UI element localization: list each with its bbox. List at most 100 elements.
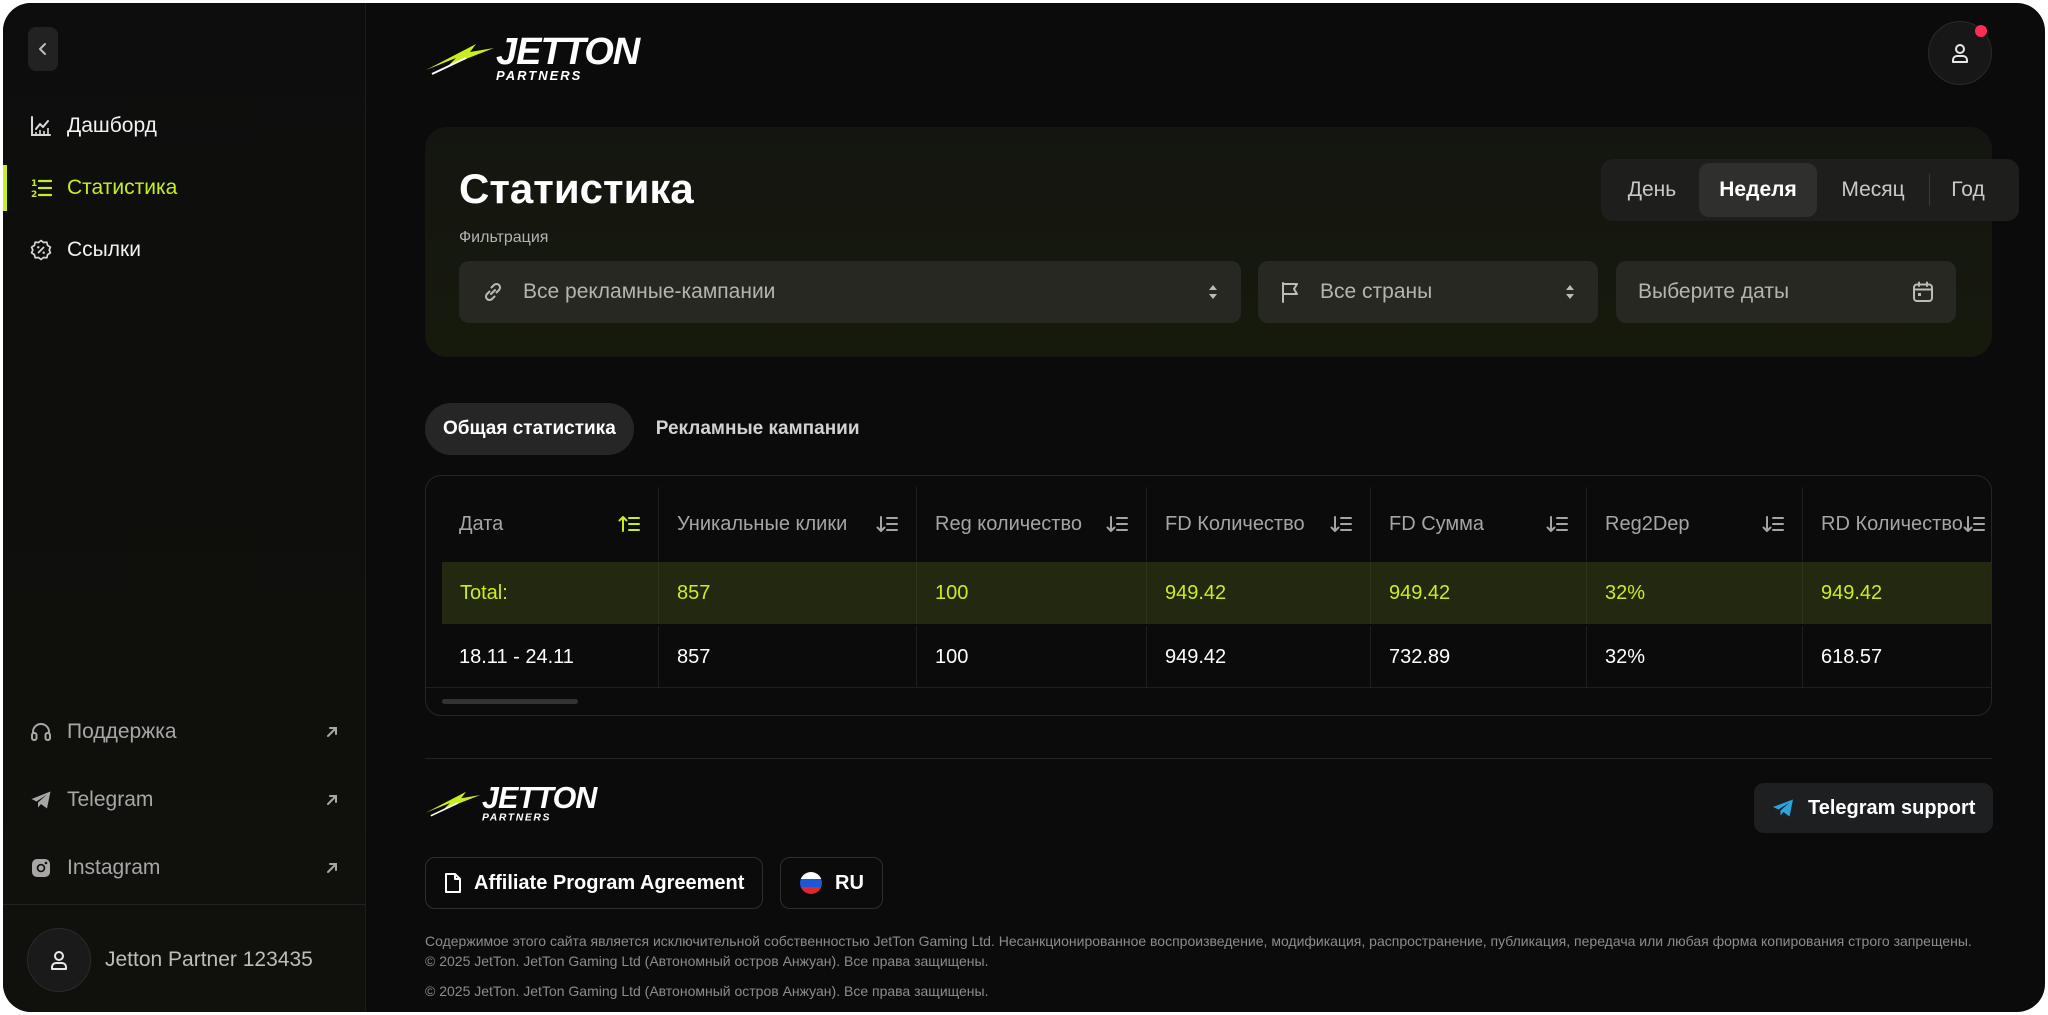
arrow-up-right-icon xyxy=(327,795,337,805)
country-select-value: Все страны xyxy=(1320,280,1433,303)
affiliate-agreement-button[interactable]: Affiliate Program Agreement xyxy=(425,857,764,909)
date-picker[interactable]: Выберите даты xyxy=(1616,261,1956,323)
table-cell: 32% xyxy=(1587,626,1803,688)
table-total-row: Total: 857 100 949.42 949.42 32% 949.42 xyxy=(442,562,1991,624)
column-label: Уникальные клики xyxy=(677,512,848,535)
arrow-up-right-icon xyxy=(327,863,337,873)
sort-updown-icon xyxy=(1209,285,1217,299)
column-header-reg2dep[interactable]: Reg2Dep xyxy=(1587,487,1803,561)
sidebar-link-label: Instagram xyxy=(67,856,161,879)
sidebar: Дашборд 12 Статистика Ссылки Поддержка T… xyxy=(3,3,366,1012)
campaign-select-value: Все рекламные-кампании xyxy=(523,280,776,303)
link-icon xyxy=(484,282,502,302)
campaign-select[interactable]: Все рекламные-кампании xyxy=(459,261,1241,323)
table-cell: 949.42 xyxy=(1147,562,1371,624)
column-label: RD Количество xyxy=(1821,512,1963,535)
footer-logo[interactable]: JETTON PARTNERS xyxy=(426,783,597,822)
instagram-icon xyxy=(29,856,53,880)
app-window: Дашборд 12 Статистика Ссылки Поддержка T… xyxy=(3,3,2045,1012)
telegram-support-button[interactable]: Telegram support xyxy=(1754,783,1994,833)
column-header-fd-sum[interactable]: FD Сумма xyxy=(1371,487,1587,561)
sidebar-divider xyxy=(3,904,365,905)
sort-descending-icon[interactable] xyxy=(1106,514,1128,534)
table-cell: 857 xyxy=(659,562,917,624)
table-cell: 949.42 xyxy=(1371,562,1587,624)
telegram-support-label: Telegram support xyxy=(1808,796,1976,819)
table-cell: 949.42 xyxy=(1821,581,1883,604)
russia-flag-icon xyxy=(800,872,822,894)
column-header-date[interactable]: Дата xyxy=(426,487,659,561)
sidebar-item-label: Ссылки xyxy=(67,238,141,261)
arrow-up-right-icon xyxy=(327,727,337,737)
badge-percent-icon xyxy=(29,238,53,262)
period-week-button[interactable]: Неделя xyxy=(1699,163,1817,217)
chevron-left-icon xyxy=(39,43,46,55)
chart-line-icon xyxy=(29,114,53,138)
sidebar-link-instagram[interactable]: Instagram xyxy=(3,834,365,902)
table-cell: 32% xyxy=(1587,562,1803,624)
sidebar-external-links: Поддержка Telegram Instagram xyxy=(3,698,365,902)
sort-updown-icon xyxy=(1566,285,1574,299)
header-profile-button[interactable] xyxy=(1928,21,1992,85)
language-label: RU xyxy=(835,871,864,894)
sidebar-link-telegram[interactable]: Telegram xyxy=(3,766,365,834)
svg-text:2: 2 xyxy=(31,190,37,199)
period-day-button[interactable]: День xyxy=(1605,163,1699,217)
table-cell: 618.57 xyxy=(1821,645,1883,668)
jetton-bolt-icon xyxy=(426,43,494,75)
legal-notice: Содержимое этого сайта является исключит… xyxy=(425,933,1972,969)
document-icon xyxy=(445,873,461,893)
sort-ascending-icon[interactable] xyxy=(618,514,640,534)
sidebar-nav: Дашборд 12 Статистика Ссылки xyxy=(3,95,365,281)
period-switcher: День Неделя Месяц Год xyxy=(1601,159,2019,221)
country-select[interactable]: Все страны xyxy=(1258,261,1598,323)
header-logo[interactable]: JETTON PARTNERS xyxy=(426,33,640,83)
filter-label: Фильтрация xyxy=(459,229,549,246)
headset-icon xyxy=(29,720,53,744)
sort-descending-icon[interactable] xyxy=(1963,514,1985,534)
column-label: Reg2Dep xyxy=(1605,512,1690,535)
sort-descending-icon[interactable] xyxy=(1546,514,1568,534)
sort-descending-icon[interactable] xyxy=(876,514,898,534)
notification-dot xyxy=(1975,25,1987,37)
date-picker-placeholder: Выберите даты xyxy=(1638,280,1790,303)
sort-descending-icon[interactable] xyxy=(1330,514,1352,534)
sidebar-link-support[interactable]: Поддержка xyxy=(3,698,365,766)
sidebar-item-label: Дашборд xyxy=(67,114,157,137)
telegram-icon xyxy=(1773,799,1793,817)
table-header-row: Дата Уникальные клики Reg количество FD … xyxy=(426,487,1991,561)
user-icon xyxy=(51,951,67,970)
main-content: JETTON PARTNERS Статистика Фильтрация Де… xyxy=(366,3,2045,1012)
column-header-rd-count[interactable]: RD Количество xyxy=(1803,487,1991,561)
flag-icon xyxy=(1282,282,1298,303)
sidebar-link-label: Telegram xyxy=(67,788,154,811)
tab-ad-campaigns[interactable]: Рекламные кампании xyxy=(638,403,878,455)
column-label: FD Сумма xyxy=(1389,512,1485,535)
user-icon xyxy=(1952,44,1968,63)
column-header-reg-count[interactable]: Reg количество xyxy=(917,487,1147,561)
sidebar-item-statistics[interactable]: 12 Статистика xyxy=(3,157,365,219)
profile-name: Jetton Partner 123435 xyxy=(105,948,313,971)
sidebar-item-links[interactable]: Ссылки xyxy=(3,219,365,281)
tab-general-statistics[interactable]: Общая статистика xyxy=(425,403,634,455)
period-month-button[interactable]: Месяц xyxy=(1817,163,1929,217)
logo-wordmark: JETTON xyxy=(482,781,597,815)
page-title: Статистика xyxy=(459,165,694,212)
column-header-unique-clicks[interactable]: Уникальные клики xyxy=(659,487,917,561)
statistics-table: Дата Уникальные клики Reg количество FD … xyxy=(425,475,1992,716)
sidebar-item-dashboard[interactable]: Дашборд xyxy=(3,95,365,157)
table-horizontal-scrollbar[interactable] xyxy=(442,699,578,704)
language-select-button[interactable]: RU xyxy=(780,857,883,909)
telegram-icon xyxy=(29,788,53,812)
sidebar-collapse-button[interactable] xyxy=(28,27,58,71)
stats-tabs: Общая статистика Рекламные кампании xyxy=(425,403,878,455)
period-year-button[interactable]: Год xyxy=(1930,163,2006,217)
sort-descending-icon[interactable] xyxy=(1762,514,1784,534)
column-header-fd-count[interactable]: FD Количество xyxy=(1147,487,1371,561)
table-row: 18.11 - 24.11 857 100 949.42 732.89 32% … xyxy=(426,626,1991,688)
numbered-list-icon: 12 xyxy=(29,176,53,200)
calendar-icon xyxy=(1913,281,1933,302)
logo-subtitle: PARTNERS xyxy=(496,68,583,83)
table-row-divider xyxy=(426,687,1991,688)
profile-button[interactable]: Jetton Partner 123435 xyxy=(27,928,313,992)
